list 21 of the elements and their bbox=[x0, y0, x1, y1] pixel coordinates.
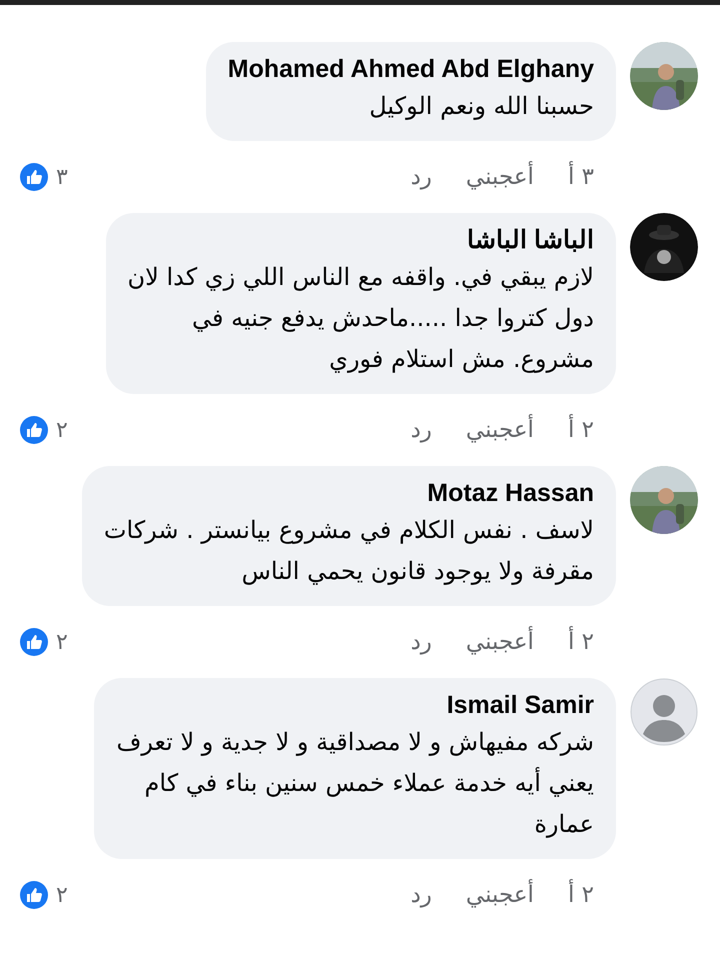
author-name[interactable]: Motaz Hassan bbox=[104, 476, 594, 510]
like-icon[interactable] bbox=[20, 163, 48, 191]
author-name[interactable]: Ismail Samir bbox=[116, 688, 594, 722]
reply-link[interactable]: رد bbox=[410, 629, 432, 655]
reaction-count: ٢ bbox=[56, 630, 68, 654]
comment-text: لاسف . نفس الكلام في مشروع بيانستر . شركات مقرفة ولا يوجود قانون يحمي الناس bbox=[104, 515, 594, 587]
like-icon[interactable] bbox=[20, 881, 48, 909]
comment-text: شركه مفيهاش و لا مصداقية و لا جدية و لا تعرف يعني أيه خدمة عملاء خمس سنين بناء في كام عمارة bbox=[116, 727, 594, 840]
author-name[interactable]: Mohamed Ahmed Abd Elghany bbox=[228, 52, 594, 86]
like-icon[interactable] bbox=[20, 416, 48, 444]
author-name[interactable]: الباشا الباشا bbox=[128, 223, 594, 257]
reaction-count: ٣ bbox=[56, 164, 68, 190]
reaction-count: ٢ bbox=[56, 418, 68, 442]
comment-text: لازم يبقي في. واقفه مع الناس اللي زي كدا لان دول كتروا جدا .....ماحدش يدفع جنيه في مشروع. مش استلام فوري bbox=[128, 262, 594, 375]
reply-link[interactable]: رد bbox=[410, 882, 432, 908]
reply-link[interactable]: رد bbox=[410, 417, 432, 443]
comment-text: حسبنا الله ونعم الوكيل bbox=[368, 91, 594, 122]
like-icon[interactable] bbox=[20, 628, 48, 656]
avatar-icon[interactable] bbox=[630, 678, 698, 746]
reaction-count: ٢ bbox=[56, 882, 68, 908]
reply-link[interactable]: رد bbox=[410, 164, 432, 190]
